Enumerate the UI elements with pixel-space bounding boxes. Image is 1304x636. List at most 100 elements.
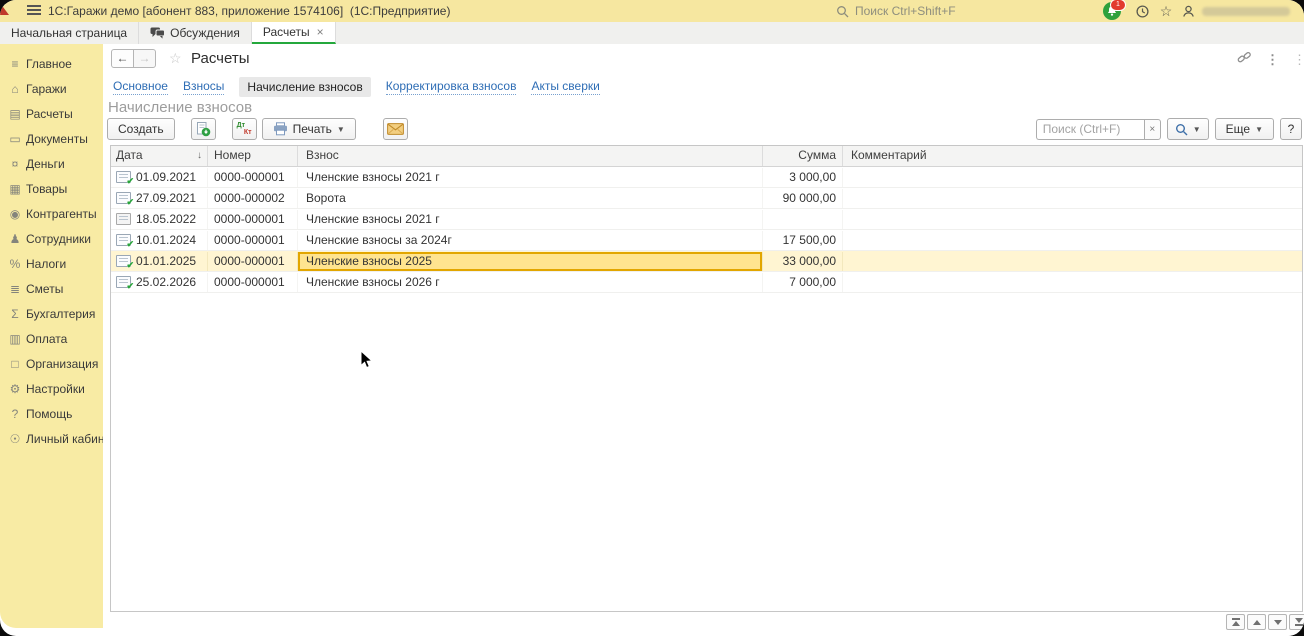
list-search-input[interactable] xyxy=(1036,119,1144,140)
sidebar-item-employees[interactable]: ♟Сотрудники xyxy=(0,227,103,252)
taxes-icon: % xyxy=(7,252,23,277)
sidebar-item-taxes[interactable]: %Налоги xyxy=(0,252,103,277)
posted-document-icon: ✔ xyxy=(116,234,131,246)
help-button[interactable]: ? xyxy=(1280,118,1302,140)
goods-icon: ▦ xyxy=(7,177,23,202)
chat-icon xyxy=(150,27,165,39)
subtab-main[interactable]: Основное xyxy=(113,79,168,95)
accounting-icon: Σ xyxy=(7,302,23,327)
account-icon: ☉ xyxy=(7,427,23,452)
scroll-to-bottom-button[interactable] xyxy=(1289,614,1304,630)
sidebar-item-garages[interactable]: ⌂Гаражи xyxy=(0,77,103,102)
counterparties-icon: ◉ xyxy=(7,202,23,227)
global-search[interactable] xyxy=(836,0,1047,22)
sort-descending-icon[interactable]: ↓ xyxy=(197,146,202,165)
tab-home[interactable]: Начальная страница xyxy=(0,22,139,44)
user-icon[interactable] xyxy=(1178,2,1198,20)
titlebar: 1С:Гаражи демо [абонент 883, приложение … xyxy=(0,0,1304,23)
table-row-selected[interactable]: ✔01.01.2025 0000-000001 Членские взносы … xyxy=(111,251,1302,272)
main-menu-icon[interactable] xyxy=(27,5,41,16)
table-row[interactable]: ✔10.01.2024 0000-000001 Членские взносы … xyxy=(111,230,1302,251)
employees-icon: ♟ xyxy=(7,227,23,252)
help-icon: ? xyxy=(7,402,23,427)
column-header-fee[interactable]: Взнос xyxy=(298,146,763,166)
dtkt-icon: Дт Кт xyxy=(237,122,252,136)
settings-icon: ⚙ xyxy=(7,377,23,402)
forward-button[interactable]: → xyxy=(133,49,156,68)
table-row[interactable]: ✔25.02.2026 0000-000001 Членские взносы … xyxy=(111,272,1302,293)
kebab-menu-partial-icon[interactable]: ⋮ xyxy=(1293,52,1304,68)
app-window: 1С:Гаражи демо [абонент 883, приложение … xyxy=(0,0,1304,636)
search-icon xyxy=(1175,123,1188,136)
tab-label: Расчеты xyxy=(263,25,310,39)
sidebar-item-settings[interactable]: ⚙Настройки xyxy=(0,377,103,402)
table-row[interactable]: ✔27.09.2021 0000-000002 Ворота 90 000,00 xyxy=(111,188,1302,209)
sidebar-item-estimates[interactable]: ≣Сметы xyxy=(0,277,103,302)
sidebar-item-money[interactable]: ¤Деньги xyxy=(0,152,103,177)
scroll-to-top-button[interactable] xyxy=(1226,614,1245,630)
column-header-number[interactable]: Номер xyxy=(208,146,298,166)
current-user-name-redacted[interactable] xyxy=(1202,7,1290,16)
scroll-up-button[interactable] xyxy=(1247,614,1266,630)
column-header-date[interactable]: Дата ↓ xyxy=(111,146,208,166)
envelope-icon xyxy=(387,123,404,135)
section-title: Начисление взносов xyxy=(108,99,252,116)
subtab-fee-correction[interactable]: Корректировка взносов xyxy=(386,79,517,95)
page-subtabs: Основное Взносы Начисление взносов Корре… xyxy=(113,77,600,97)
notifications-button[interactable]: 1 xyxy=(1103,1,1125,21)
tab-label: Начальная страница xyxy=(11,26,127,40)
sidebar-item-goods[interactable]: ▦Товары xyxy=(0,177,103,202)
notification-badge: 1 xyxy=(1110,0,1126,11)
advanced-search-button[interactable]: ▼ xyxy=(1167,118,1209,140)
clear-search-icon[interactable]: × xyxy=(1144,119,1161,140)
tab-close-icon[interactable]: × xyxy=(317,25,324,39)
window-corner-accent xyxy=(0,3,9,15)
page-title: Расчеты xyxy=(191,49,250,69)
unposted-document-icon xyxy=(116,213,131,225)
send-email-button[interactable] xyxy=(383,118,408,140)
sidebar-item-accounting[interactable]: ΣБухгалтерия xyxy=(0,302,103,327)
posted-document-icon: ✔ xyxy=(116,192,131,204)
window-tabbar: Начальная страница Обсуждения Расчеты × xyxy=(0,22,1304,45)
table-scroll-buttons xyxy=(1226,614,1304,630)
favorites-star-icon[interactable]: ☆ xyxy=(1156,2,1176,20)
global-search-input[interactable] xyxy=(853,3,1047,19)
main-icon: ≡ xyxy=(7,52,23,77)
history-icon[interactable] xyxy=(1132,2,1152,20)
post-document-button[interactable] xyxy=(191,118,216,140)
scroll-down-button[interactable] xyxy=(1268,614,1287,630)
print-button[interactable]: Печать ▼ xyxy=(262,118,356,140)
subtab-fee-accrual[interactable]: Начисление взносов xyxy=(239,77,370,97)
show-postings-button[interactable]: Дт Кт xyxy=(232,118,257,140)
organization-icon: □ xyxy=(7,352,23,377)
column-header-sum[interactable]: Сумма xyxy=(763,146,843,166)
tab-discussions[interactable]: Обсуждения xyxy=(139,22,252,44)
favorite-star-icon[interactable]: ☆ xyxy=(169,50,182,67)
search-icon xyxy=(836,5,849,18)
more-button[interactable]: Еще ▼ xyxy=(1215,118,1274,140)
table-row[interactable]: ✔01.09.2021 0000-000001 Членские взносы … xyxy=(111,167,1302,188)
sidebar-item-account[interactable]: ☉Личный кабинет xyxy=(0,427,103,452)
sidebar-item-organization[interactable]: □Организация xyxy=(0,352,103,377)
payment-icon: ▥ xyxy=(7,327,23,352)
sidebar-item-main[interactable]: ≡Главное xyxy=(0,52,103,77)
get-link-icon[interactable] xyxy=(1237,50,1252,69)
subtab-reconciliation[interactable]: Акты сверки xyxy=(531,79,599,95)
sidebar-item-payment[interactable]: ▥Оплата xyxy=(0,327,103,352)
table-row[interactable]: 18.05.2022 0000-000001 Членские взносы 2… xyxy=(111,209,1302,230)
sidebar-item-counterparties[interactable]: ◉Контрагенты xyxy=(0,202,103,227)
back-button[interactable]: ← xyxy=(111,49,134,68)
column-header-comment[interactable]: Комментарий xyxy=(843,146,1302,166)
sidebar-item-help[interactable]: ?Помощь xyxy=(0,402,103,427)
chevron-down-icon: ▼ xyxy=(337,125,345,134)
sidebar-item-settlements[interactable]: ▤Расчеты xyxy=(0,102,103,127)
kebab-menu-icon[interactable]: ⋮ xyxy=(1266,52,1279,68)
tab-settlements[interactable]: Расчеты × xyxy=(252,22,336,44)
list-search: × xyxy=(1036,119,1161,140)
sidebar-item-documents[interactable]: ▭Документы xyxy=(0,127,103,152)
create-button[interactable]: Создать xyxy=(107,118,175,140)
garages-icon: ⌂ xyxy=(7,77,23,102)
subtab-fees[interactable]: Взносы xyxy=(183,79,224,95)
active-cell[interactable]: Членские взносы 2025 xyxy=(298,252,763,271)
post-document-icon xyxy=(195,121,211,137)
